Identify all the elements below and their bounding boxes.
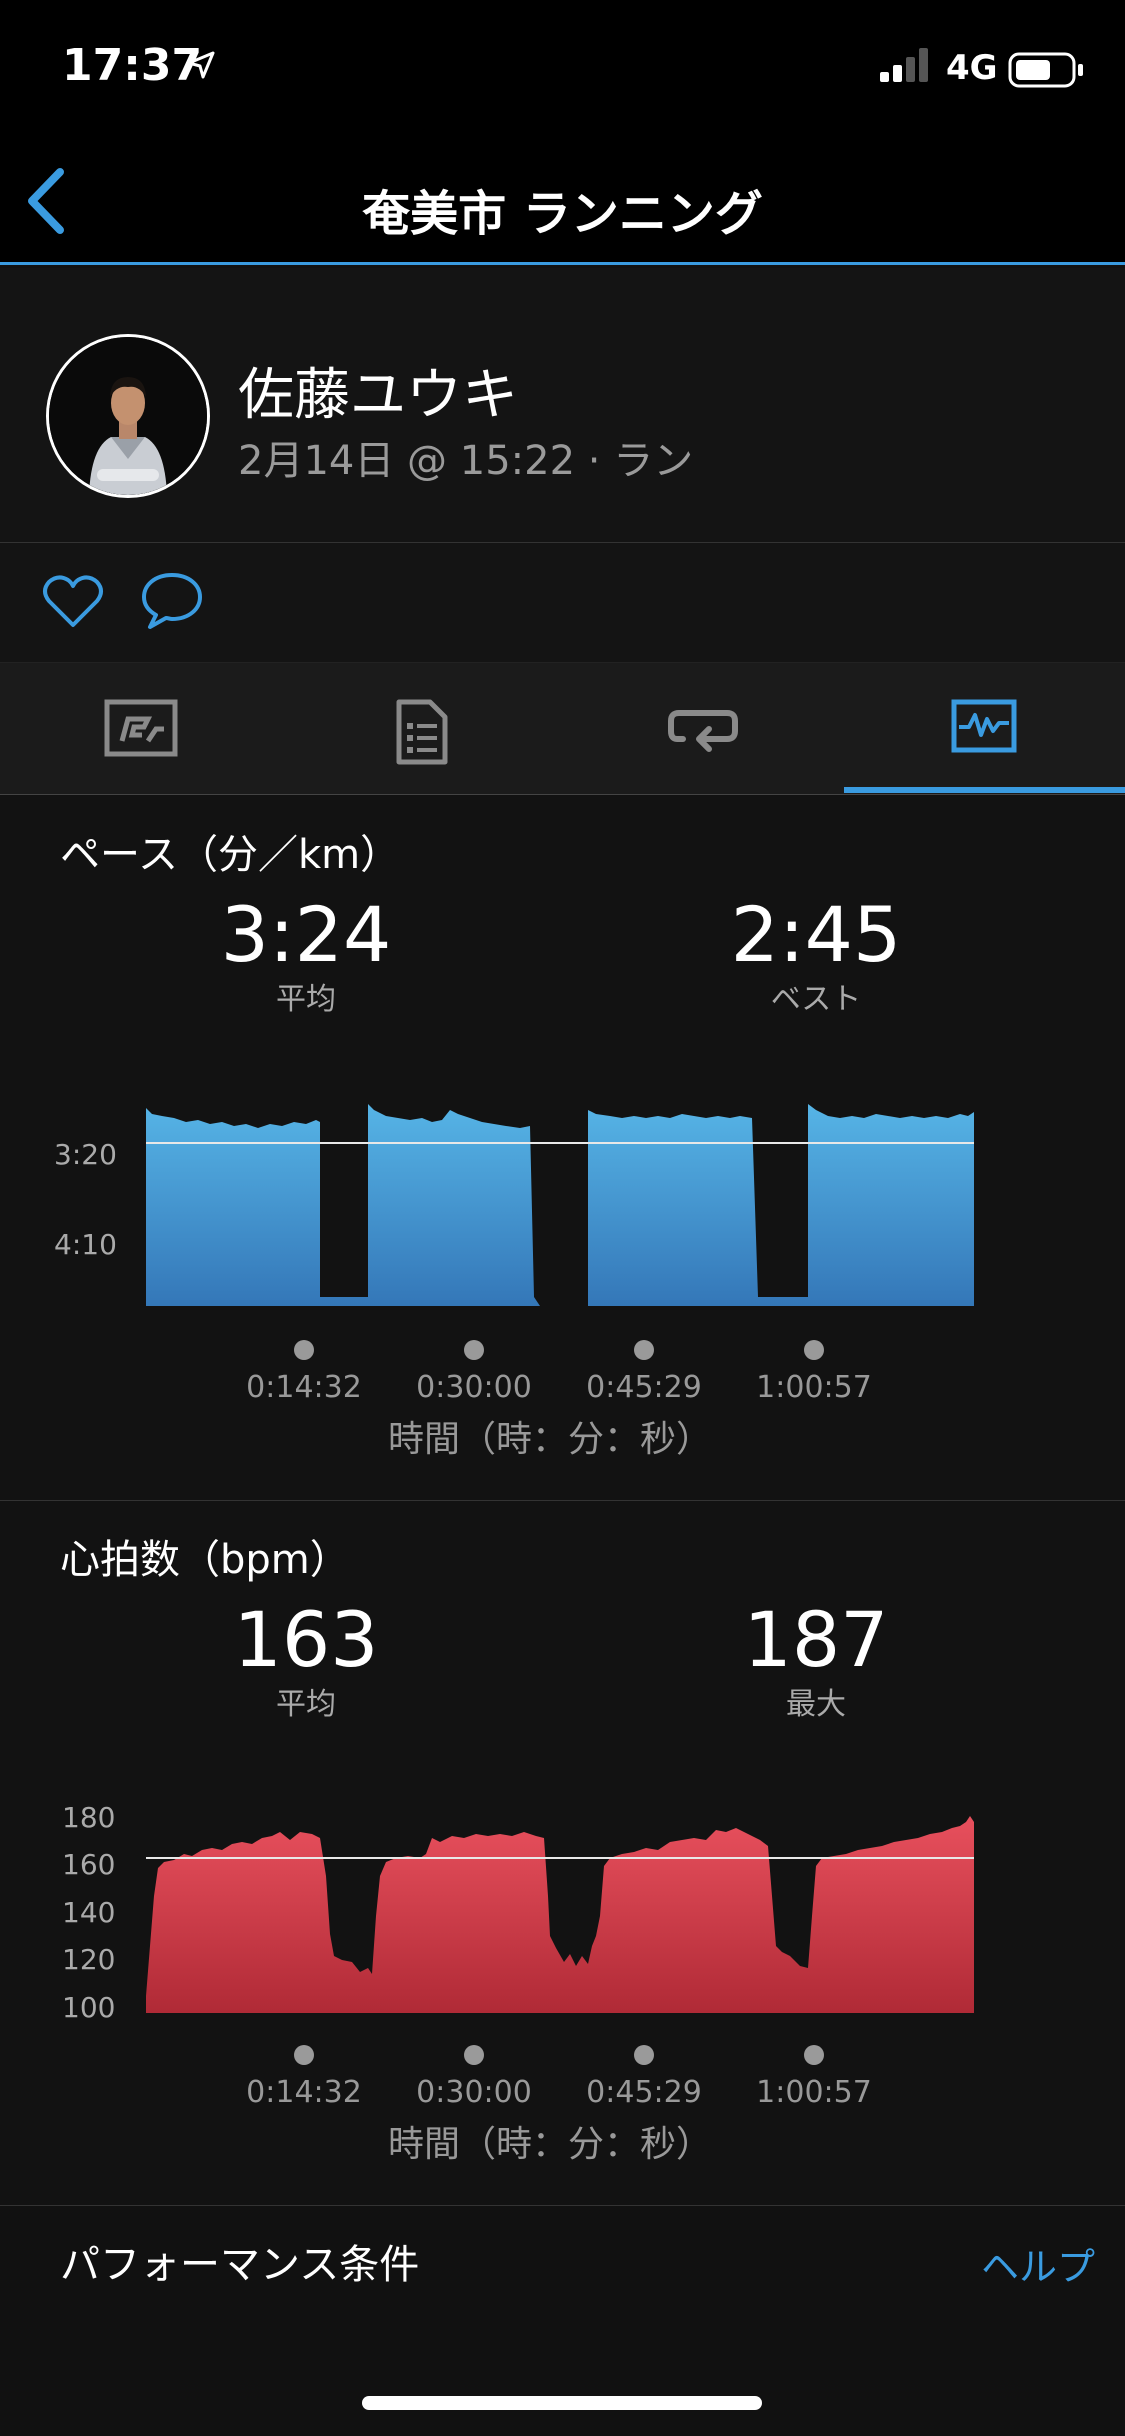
activity-date: 2月14日 @ 15:22 · ラン bbox=[238, 438, 694, 484]
status-bar: 17:37 4G bbox=[0, 0, 1125, 140]
status-time: 17:37 bbox=[62, 40, 203, 91]
hr-x-marker bbox=[804, 2045, 824, 2065]
social-actions bbox=[0, 543, 1125, 663]
pace-x-marker bbox=[294, 1340, 314, 1360]
page-title: 奄美市 ランニング bbox=[362, 186, 763, 242]
pace-y-tick-label: 4:10 bbox=[54, 1228, 117, 1261]
cellular-signal-icon bbox=[880, 48, 928, 82]
home-indicator[interactable] bbox=[362, 2396, 762, 2410]
heart-rate-title: 心拍数（bpm） bbox=[60, 1537, 350, 1583]
pace-chart bbox=[146, 1104, 974, 1306]
pace-area bbox=[146, 1104, 974, 1306]
navigation-bar: 奄美市 ランニング bbox=[0, 140, 1125, 265]
pace-title: ペース（分／km） bbox=[60, 832, 401, 878]
details-icon bbox=[396, 699, 447, 765]
pace-x-marker bbox=[804, 1340, 824, 1360]
hr-y-tick-label: 140 bbox=[62, 1896, 116, 1929]
help-link[interactable]: ヘルプ bbox=[981, 2236, 1095, 2291]
hr-x-marker bbox=[634, 2045, 654, 2065]
heart-rate-average-value: 163 bbox=[233, 1595, 379, 1684]
pace-x-marker bbox=[464, 1340, 484, 1360]
tab-charts[interactable] bbox=[843, 663, 1124, 795]
hr-y-tick-label: 160 bbox=[62, 1848, 116, 1881]
tab-overview[interactable] bbox=[0, 663, 281, 795]
selected-tab-indicator bbox=[844, 787, 1125, 793]
hr-x-marker bbox=[294, 2045, 314, 2065]
pace-x-axis-title: 時間（時：分：秒） bbox=[387, 1419, 712, 1460]
activity-tabs bbox=[0, 663, 1125, 795]
avatar[interactable] bbox=[46, 334, 210, 498]
pace-section: ペース（分／km） 3:24 平均 2:45 ベスト 3:20 4:10 0:1… bbox=[0, 796, 1125, 1500]
heart-icon[interactable] bbox=[42, 573, 104, 629]
hr-y-tick-label: 100 bbox=[62, 1991, 116, 2024]
pace-x-marker bbox=[634, 1340, 654, 1360]
pace-best-label: ベスト bbox=[770, 982, 862, 1017]
pace-average-label: 平均 bbox=[276, 982, 336, 1017]
hr-x-axis-title: 時間（時：分：秒） bbox=[387, 2124, 712, 2165]
heart-rate-section: 心拍数（bpm） 163 平均 187 最大 180 160 140 120 1… bbox=[0, 1501, 1125, 2205]
comment-icon[interactable] bbox=[140, 571, 204, 631]
location-arrow-icon bbox=[187, 51, 215, 79]
network-type: 4G bbox=[946, 48, 998, 88]
heart-rate-chart bbox=[146, 1816, 974, 2013]
hr-y-tick-label: 180 bbox=[62, 1801, 116, 1834]
heart-rate-max-value: 187 bbox=[743, 1595, 889, 1684]
heart-rate-average-label: 平均 bbox=[276, 1687, 336, 1722]
user-name[interactable]: 佐藤ユウキ bbox=[238, 350, 518, 431]
overview-icon bbox=[104, 699, 177, 757]
pace-average-value: 3:24 bbox=[220, 890, 392, 979]
laps-icon bbox=[667, 710, 738, 752]
heart-rate-area bbox=[146, 1816, 974, 2013]
performance-condition-title: パフォーマンス条件 bbox=[60, 2242, 420, 2288]
tab-details[interactable] bbox=[281, 663, 562, 795]
tab-laps[interactable] bbox=[562, 663, 843, 795]
charts-icon bbox=[951, 699, 1016, 753]
heart-rate-max-label: 最大 bbox=[786, 1687, 846, 1722]
hr-y-tick-label: 120 bbox=[62, 1943, 116, 1976]
hr-x-tick-label: 1:00:57 bbox=[756, 2075, 872, 2110]
hr-x-marker bbox=[464, 2045, 484, 2065]
pace-best-value: 2:45 bbox=[730, 890, 902, 979]
battery-icon bbox=[1008, 52, 1083, 88]
pace-y-tick-label: 3:20 bbox=[54, 1138, 117, 1171]
pace-x-tick-label: 1:00:57 bbox=[756, 1370, 872, 1405]
activity-header: 佐藤ユウキ 2月14日 @ 15:22 · ラン bbox=[0, 268, 1125, 543]
